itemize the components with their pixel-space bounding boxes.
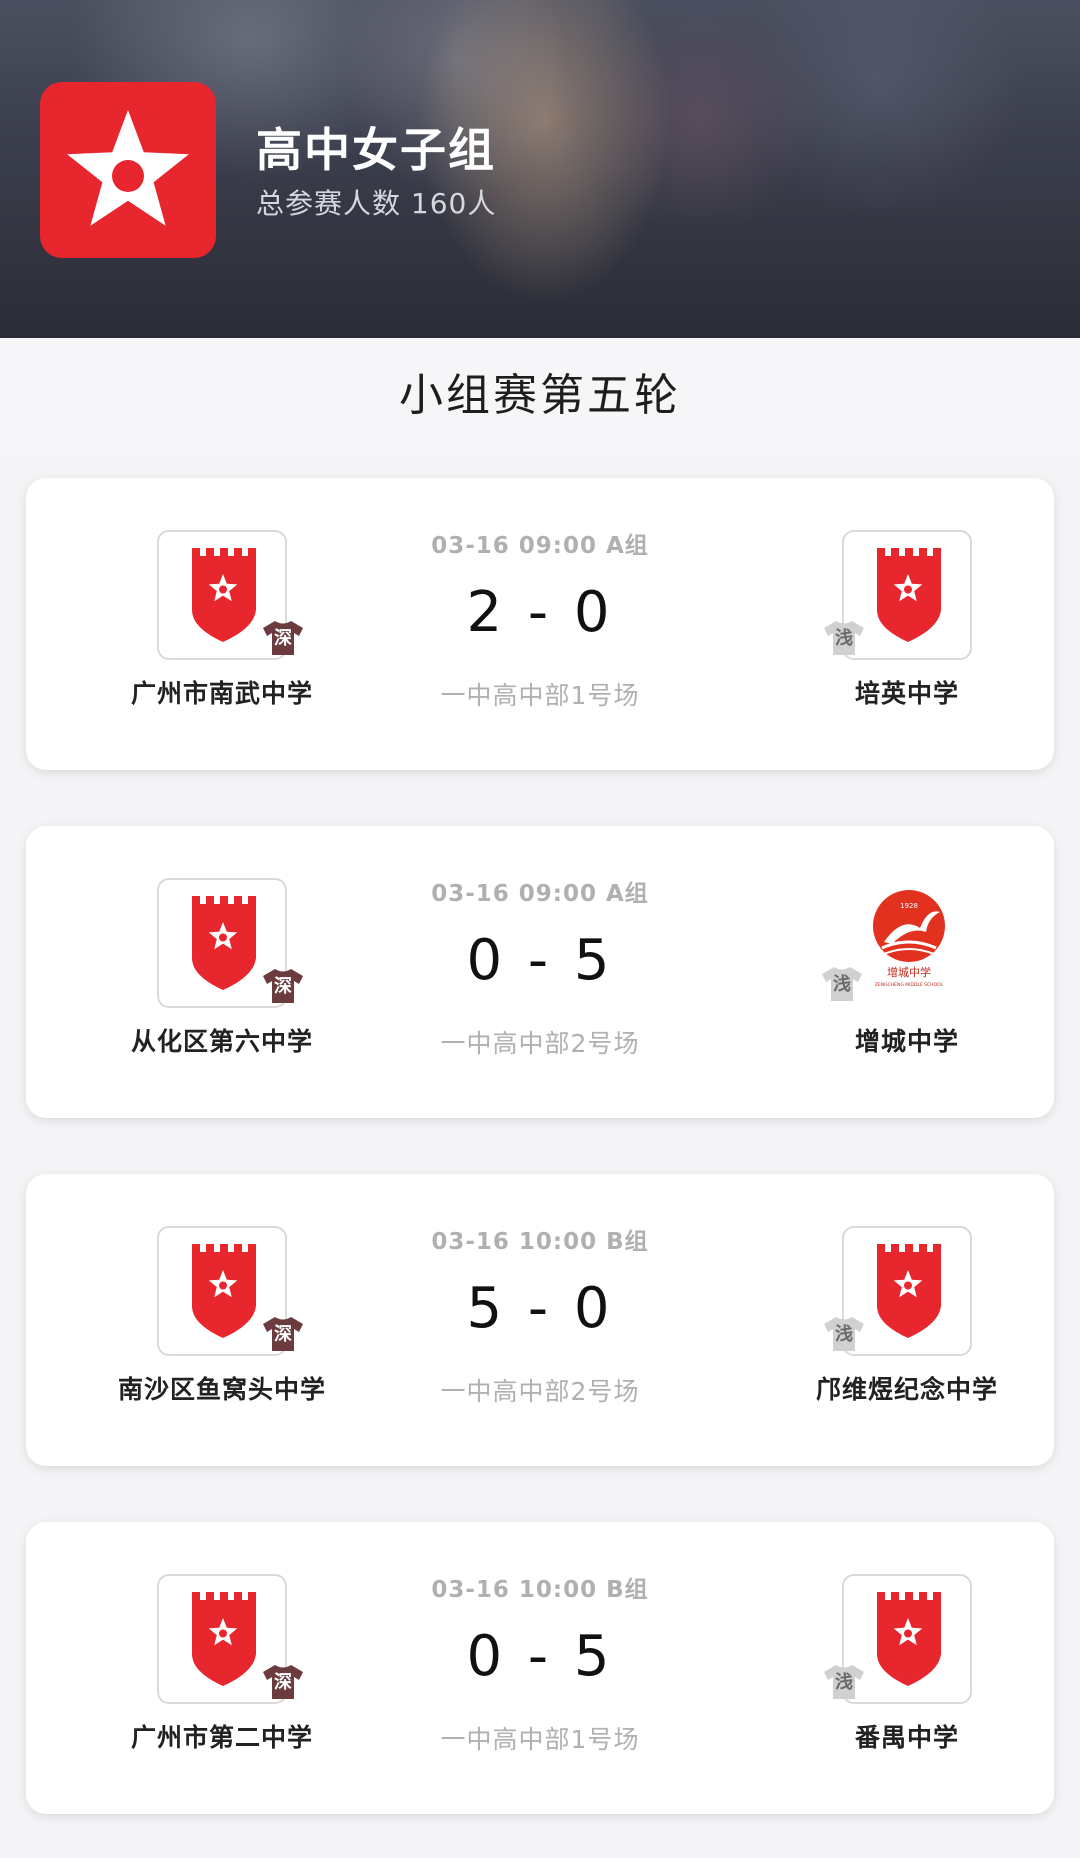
group-title: 高中女子组 [256, 123, 496, 177]
match-card[interactable]: 深 南沙区鱼窝头中学 03-16 10:00 B组 5 - 0 一中高中部2号场… [26, 1174, 1054, 1466]
light-jersey-icon: 浅 [820, 966, 864, 1002]
shield-star-icon [873, 544, 943, 644]
match-venue: 一中高中部1号场 [440, 681, 640, 710]
away-team[interactable]: 浅 邝维煜纪念中学 [757, 1226, 1057, 1406]
team-badge: 深 [157, 878, 287, 1008]
match-time-group: 03-16 09:00 A组 [431, 881, 649, 907]
shield-star-icon [188, 892, 258, 992]
home-team[interactable]: 深 广州市南武中学 [72, 530, 372, 710]
light-jersey-icon: 浅 [822, 1316, 866, 1352]
match-venue: 一中高中部1号场 [440, 1725, 640, 1754]
svg-text:增城中学: 增城中学 [887, 965, 931, 979]
match-score: 5 - 0 [466, 1276, 614, 1341]
match-card[interactable]: 深 广州市南武中学 03-16 09:00 A组 2 - 0 一中高中部1号场 … [26, 478, 1054, 770]
match-time-group: 03-16 10:00 B组 [431, 1229, 649, 1255]
zengcheng-school-logo-icon: 1928 增城中学 ZENGCHENG MIDDLE SCHOOL [862, 886, 956, 996]
team-name: 广州市第二中学 [130, 1723, 313, 1752]
svg-text:ZENGCHENG MIDDLE SCHOOL: ZENGCHENG MIDDLE SCHOOL [875, 982, 944, 988]
home-team[interactable]: 深 南沙区鱼窝头中学 [72, 1226, 372, 1406]
home-team[interactable]: 深 广州市第二中学 [72, 1574, 372, 1754]
match-score: 2 - 0 [466, 580, 614, 645]
team-name: 增城中学 [854, 1027, 959, 1056]
shield-star-icon [188, 1588, 258, 1688]
team-badge: 深 [157, 1226, 287, 1356]
team-badge: 浅 [842, 530, 972, 660]
away-team[interactable]: 浅 培英中学 [757, 530, 1057, 710]
round-title: 小组赛第五轮 [0, 338, 1080, 454]
team-name: 广州市南武中学 [130, 679, 313, 708]
match-venue: 一中高中部2号场 [440, 1029, 640, 1058]
team-badge: 浅 [842, 1226, 972, 1356]
match-time-group: 03-16 10:00 B组 [431, 1577, 649, 1603]
home-team[interactable]: 深 从化区第六中学 [72, 878, 372, 1058]
shield-star-icon [873, 1240, 943, 1340]
team-name: 培英中学 [854, 679, 959, 708]
team-name: 南沙区鱼窝头中学 [117, 1375, 326, 1404]
team-name: 番禺中学 [854, 1723, 959, 1752]
match-time-group: 03-16 09:00 A组 [431, 533, 649, 559]
dark-jersey-icon: 深 [261, 968, 305, 1004]
light-jersey-icon: 浅 [822, 620, 866, 656]
shield-star-icon [873, 1588, 943, 1688]
red-star-logo-icon [40, 82, 216, 258]
group-header: 高中女子组 总参赛人数 160人 [0, 0, 1080, 338]
team-badge: 1928 增城中学 ZENGCHENG MIDDLE SCHOOL 浅 [842, 878, 972, 1008]
away-team[interactable]: 1928 增城中学 ZENGCHENG MIDDLE SCHOOL 浅 增城中学 [757, 878, 1057, 1058]
dark-jersey-icon: 深 [261, 1316, 305, 1352]
team-badge: 深 [157, 1574, 287, 1704]
team-name: 从化区第六中学 [130, 1027, 313, 1056]
away-team[interactable]: 浅 番禺中学 [757, 1574, 1057, 1754]
svg-text:1928: 1928 [900, 902, 918, 910]
participant-count: 总参赛人数 160人 [256, 187, 497, 220]
shield-star-icon [188, 544, 258, 644]
match-score: 0 - 5 [466, 1624, 614, 1689]
team-name: 邝维煜纪念中学 [815, 1375, 998, 1404]
match-venue: 一中高中部2号场 [440, 1377, 640, 1406]
match-card[interactable]: 深 广州市第二中学 03-16 10:00 B组 0 - 5 一中高中部1号场 … [26, 1522, 1054, 1814]
team-badge: 浅 [842, 1574, 972, 1704]
match-score: 0 - 5 [466, 928, 614, 993]
shield-star-icon [188, 1240, 258, 1340]
dark-jersey-icon: 深 [261, 620, 305, 656]
team-badge: 深 [157, 530, 287, 660]
match-card[interactable]: 深 从化区第六中学 03-16 09:00 A组 0 - 5 一中高中部2号场 … [26, 826, 1054, 1118]
dark-jersey-icon: 深 [261, 1664, 305, 1700]
light-jersey-icon: 浅 [822, 1664, 866, 1700]
